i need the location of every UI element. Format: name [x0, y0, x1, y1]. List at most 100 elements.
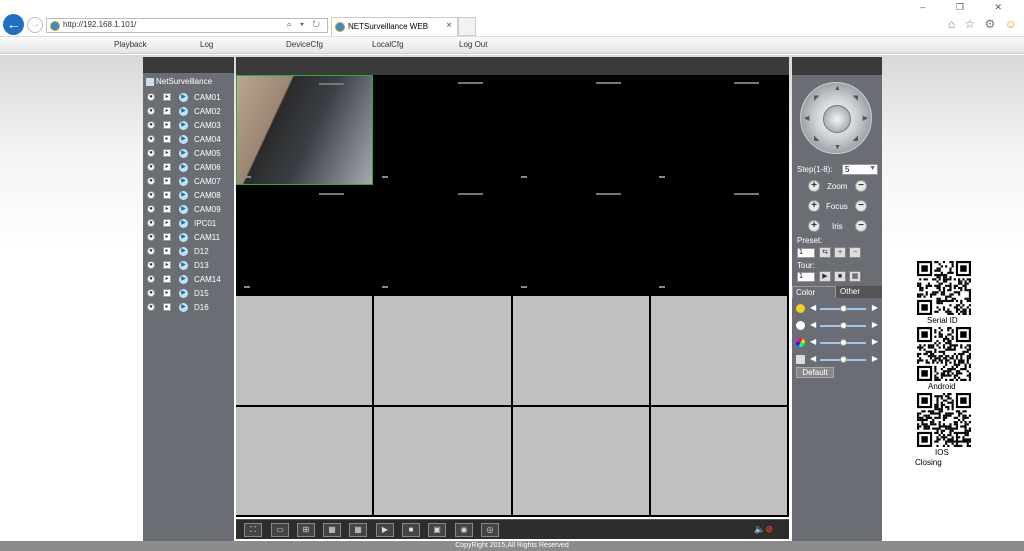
forward-arrow-icon[interactable]: → — [27, 17, 43, 33]
slider-decrease-icon[interactable]: ◀ — [810, 303, 816, 312]
record-icon[interactable]: ● — [147, 289, 155, 297]
play-icon[interactable]: ▶ — [179, 205, 188, 214]
record-icon[interactable]: ● — [147, 303, 155, 311]
video-cell[interactable] — [236, 185, 373, 294]
play-icon[interactable]: ▶ — [179, 261, 188, 270]
channel-item[interactable]: ● ▸ ▶ D16 — [147, 302, 233, 314]
iris-open-button[interactable]: + — [808, 220, 820, 232]
channel-item[interactable]: ● ▸ ▶ CAM01 — [147, 92, 233, 104]
video-cell[interactable] — [650, 185, 787, 294]
stream-icon[interactable]: ▸ — [163, 261, 171, 269]
nav-log[interactable]: Log — [200, 40, 213, 49]
image-slider[interactable]: ◀ ▶ — [796, 320, 880, 332]
video-cell[interactable] — [374, 296, 511, 405]
record-icon[interactable]: ● — [147, 247, 155, 255]
preset-input[interactable]: 1 — [797, 248, 815, 258]
new-tab-button[interactable] — [458, 17, 476, 36]
channel-item[interactable]: ● ▸ ▶ CAM07 — [147, 176, 233, 188]
zoom-in-button[interactable]: + — [808, 180, 820, 192]
stream-icon[interactable]: ▸ — [163, 93, 171, 101]
ptz-up-icon[interactable]: ▲ — [834, 85, 841, 92]
slider-knob[interactable] — [840, 339, 847, 346]
play-icon[interactable]: ▶ — [179, 233, 188, 242]
record-stop-icon[interactable]: ■ — [402, 523, 420, 537]
open-all-icon[interactable]: ◉ — [455, 523, 473, 537]
channel-item[interactable]: ● ▸ ▶ CAM04 — [147, 134, 233, 146]
record-icon[interactable]: ● — [147, 205, 155, 213]
play-icon[interactable]: ▶ — [179, 93, 188, 102]
image-slider[interactable]: ◀ ▶ — [796, 303, 880, 315]
play-icon[interactable]: ▶ — [179, 219, 188, 228]
record-start-icon[interactable]: ▶ — [376, 523, 394, 537]
channel-item[interactable]: ● ▸ ▶ CAM05 — [147, 148, 233, 160]
layout-1-icon[interactable]: ▭ — [271, 523, 289, 537]
channel-item[interactable]: ● ▸ ▶ CAM02 — [147, 106, 233, 118]
ptz-downleft-icon[interactable]: ◣ — [814, 134, 819, 142]
record-icon[interactable]: ● — [147, 135, 155, 143]
slider-knob[interactable] — [840, 356, 847, 363]
stream-icon[interactable]: ▸ — [163, 135, 171, 143]
preset-add-icon[interactable]: + — [834, 247, 846, 258]
slider-decrease-icon[interactable]: ◀ — [810, 337, 816, 346]
record-icon[interactable]: ● — [147, 177, 155, 185]
video-cell[interactable] — [512, 296, 649, 405]
tour-play-icon[interactable]: ▶ — [819, 271, 831, 282]
channel-item[interactable]: ● ▸ ▶ CAM09 — [147, 204, 233, 216]
channel-item[interactable]: ● ▸ ▶ CAM06 — [147, 162, 233, 174]
stream-icon[interactable]: ▸ — [163, 107, 171, 115]
slider-track[interactable] — [820, 322, 866, 329]
nav-devicecfg[interactable]: DeviceCfg — [286, 40, 323, 49]
stream-icon[interactable]: ▸ — [163, 177, 171, 185]
slider-track[interactable] — [820, 356, 866, 363]
back-arrow-icon[interactable]: ← — [3, 14, 24, 35]
stream-icon[interactable]: ▸ — [163, 163, 171, 171]
channel-item[interactable]: ● ▸ ▶ CAM14 — [147, 274, 233, 286]
stream-icon[interactable]: ▸ — [163, 191, 171, 199]
device-tree-root[interactable]: NetSurveillance — [146, 77, 212, 86]
record-icon[interactable]: ● — [147, 219, 155, 227]
play-icon[interactable]: ▶ — [179, 107, 188, 116]
ptz-joystick[interactable]: ▲ ▼ ◀ ▶ ◤ ◥ ◣ ◢ — [800, 82, 872, 154]
video-cell[interactable] — [236, 406, 373, 515]
stream-icon[interactable]: ▸ — [163, 219, 171, 227]
mute-icon[interactable]: 🔈⊘ — [754, 524, 773, 535]
smiley-icon[interactable]: ☺ — [1005, 17, 1020, 31]
stream-icon[interactable]: ▸ — [163, 205, 171, 213]
closing-link[interactable]: Closing — [915, 458, 942, 467]
address-url[interactable]: http://192.168.1.101/ — [63, 20, 136, 29]
record-icon[interactable]: ● — [147, 93, 155, 101]
fullscreen-icon[interactable]: ⛶ — [244, 523, 262, 537]
stream-icon[interactable]: ▸ — [163, 289, 171, 297]
tab-color[interactable]: Color — [792, 286, 836, 298]
browser-toolbar-icons[interactable]: ⌂ ☆ ⚙ ☺ — [948, 17, 1020, 31]
stream-icon[interactable]: ▸ — [163, 275, 171, 283]
play-icon[interactable]: ▶ — [179, 191, 188, 200]
slider-track[interactable] — [820, 339, 866, 346]
play-icon[interactable]: ▶ — [179, 177, 188, 186]
slider-decrease-icon[interactable]: ◀ — [810, 354, 816, 363]
stream-icon[interactable]: ▸ — [163, 149, 171, 157]
nav-logout[interactable]: Log Out — [459, 40, 487, 49]
stream-icon[interactable]: ▸ — [163, 121, 171, 129]
channel-item[interactable]: ● ▸ ▶ CAM03 — [147, 120, 233, 132]
nav-localcfg[interactable]: LocalCfg — [372, 40, 404, 49]
video-cell[interactable] — [236, 296, 373, 405]
play-icon[interactable]: ▶ — [179, 303, 188, 312]
nav-playback[interactable]: Playback — [114, 40, 146, 49]
record-icon[interactable]: ● — [147, 121, 155, 129]
video-cell[interactable] — [512, 75, 649, 184]
record-icon[interactable]: ● — [147, 233, 155, 241]
video-cell[interactable] — [650, 296, 787, 405]
focus-near-button[interactable]: + — [808, 200, 820, 212]
play-icon[interactable]: ▶ — [179, 247, 188, 256]
tour-stop-icon[interactable]: ■ — [834, 271, 846, 282]
video-cell[interactable] — [374, 185, 511, 294]
slider-increase-icon[interactable]: ▶ — [872, 303, 878, 312]
live-video-feed[interactable] — [236, 75, 373, 185]
slider-increase-icon[interactable]: ▶ — [872, 320, 878, 329]
play-icon[interactable]: ▶ — [179, 149, 188, 158]
channel-item[interactable]: ● ▸ ▶ CAM08 — [147, 190, 233, 202]
play-icon[interactable]: ▶ — [179, 163, 188, 172]
window-controls[interactable]: – ❐ ✕ — [920, 2, 1016, 13]
default-button[interactable]: Default — [796, 367, 834, 378]
